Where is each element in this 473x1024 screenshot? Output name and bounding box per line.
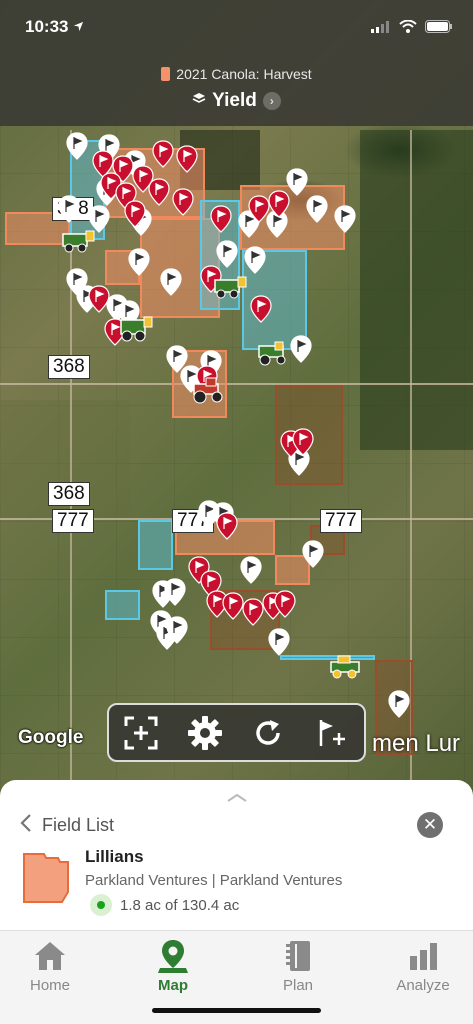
tab-map[interactable]: Map: [123, 937, 223, 994]
road-label: 368: [48, 482, 90, 506]
red-flag-pin-icon[interactable]: [216, 512, 238, 540]
tab-home[interactable]: Home: [0, 937, 100, 994]
area-text: 1.8 ac of 130.4 ac: [120, 896, 240, 914]
signal-icon: [371, 20, 391, 38]
chevron-right-icon[interactable]: ›: [262, 92, 281, 110]
white-flag-pin-icon[interactable]: [388, 690, 410, 718]
area-row: 1.8 ac of 130.4 ac: [90, 894, 239, 916]
white-flag-pin-icon[interactable]: [240, 556, 262, 584]
status-time-text: 10:33: [25, 17, 69, 36]
tab-plan[interactable]: Plan: [248, 937, 348, 994]
gear-icon[interactable]: [183, 711, 227, 755]
white-flag-pin-icon[interactable]: [166, 616, 188, 644]
terrain-patch: [360, 130, 473, 450]
home-icon: [0, 937, 100, 975]
field-detail-sheet: Field List ✕ Lillians Parkland Ventures …: [0, 780, 473, 930]
google-logo: Google: [18, 727, 84, 748]
red-flag-pin-icon[interactable]: [148, 178, 170, 206]
white-flag-pin-icon[interactable]: [302, 540, 324, 568]
field-boundary[interactable]: [138, 520, 173, 570]
white-flag-pin-icon[interactable]: [290, 335, 312, 363]
season-label-text: 2021 Canola: Harvest: [176, 66, 312, 82]
road-label: 368: [48, 355, 90, 379]
map-pin-icon: [123, 937, 223, 975]
status-dot-icon: [90, 894, 112, 916]
red-flag-pin-icon[interactable]: [242, 598, 264, 626]
road-label: 777: [320, 509, 362, 533]
field-name: Lillians: [85, 847, 144, 866]
bar-chart-icon: [373, 937, 473, 975]
road-label: 777: [52, 509, 94, 533]
layer-title: Yield: [212, 90, 257, 111]
red-flag-pin-icon[interactable]: [222, 592, 244, 620]
white-flag-pin-icon[interactable]: [160, 268, 182, 296]
field-org: Parkland Ventures | Parkland Ventures: [85, 872, 343, 889]
red-flag-pin-icon[interactable]: [292, 428, 314, 456]
wifi-icon: [399, 19, 417, 38]
tab-map-label: Map: [158, 977, 188, 994]
close-icon: ✕: [422, 815, 438, 834]
tab-home-label: Home: [29, 977, 70, 994]
red-flag-pin-icon[interactable]: [274, 590, 296, 618]
notebook-icon: [248, 937, 348, 975]
red-flag-pin-icon[interactable]: [250, 295, 272, 323]
focus-icon[interactable]: [119, 711, 163, 755]
red-flag-pin-icon[interactable]: [172, 188, 194, 216]
white-flag-pin-icon[interactable]: [164, 578, 186, 606]
back-button[interactable]: Field List: [20, 813, 114, 838]
status-icons: [371, 19, 453, 38]
red-flag-pin-icon[interactable]: [176, 145, 198, 173]
red-flag-pin-icon[interactable]: [248, 195, 270, 223]
tractor-icon[interactable]: [255, 340, 291, 371]
white-flag-pin-icon[interactable]: [334, 205, 356, 233]
chevron-left-icon: [20, 813, 32, 838]
red-flag-pin-icon[interactable]: [268, 190, 290, 218]
tab-analyze[interactable]: Analyze: [373, 937, 473, 994]
season-label[interactable]: 2021 Canola: Harvest: [0, 66, 473, 82]
location-arrow-icon: [73, 17, 84, 36]
field-shape-icon: [22, 852, 70, 909]
tractor-icon[interactable]: [190, 376, 226, 409]
white-flag-pin-icon[interactable]: [306, 195, 328, 223]
combine-icon[interactable]: [328, 654, 364, 685]
tab-analyze-label: Analyze: [396, 977, 450, 994]
red-flag-pin-icon[interactable]: [210, 205, 232, 233]
place-label: men Lur: [372, 730, 461, 757]
combine-icon[interactable]: [118, 314, 154, 349]
home-indicator[interactable]: [152, 1008, 321, 1013]
back-label: Field List: [42, 815, 115, 835]
map-header: 10:33 2021 Canola: Harvest Yield ›: [0, 0, 473, 126]
white-flag-pin-icon[interactable]: [58, 195, 80, 223]
field-boundary[interactable]: [105, 590, 140, 620]
refresh-icon[interactable]: [246, 711, 290, 755]
combine-icon[interactable]: [212, 274, 248, 305]
red-flag-pin-icon[interactable]: [124, 200, 146, 228]
battery-icon: [425, 20, 453, 38]
combine-icon[interactable]: [60, 228, 96, 259]
white-flag-pin-icon[interactable]: [128, 248, 150, 276]
season-swatch: [161, 67, 171, 81]
status-time: 10:33: [25, 17, 84, 37]
layers-icon: [192, 90, 206, 112]
tab-plan-label: Plan: [282, 977, 314, 994]
add-flag-icon[interactable]: [310, 711, 354, 755]
white-flag-pin-icon[interactable]: [66, 132, 88, 160]
close-button[interactable]: ✕: [417, 812, 443, 838]
white-flag-pin-icon[interactable]: [268, 628, 290, 656]
map-toolbar: [107, 703, 366, 762]
white-flag-pin-icon[interactable]: [244, 246, 266, 274]
red-flag-pin-icon[interactable]: [152, 140, 174, 168]
layer-selector[interactable]: Yield ›: [0, 90, 473, 112]
sheet-grabber-icon[interactable]: [226, 790, 248, 808]
red-flag-pin-icon[interactable]: [88, 285, 110, 313]
white-flag-pin-icon[interactable]: [216, 240, 238, 268]
